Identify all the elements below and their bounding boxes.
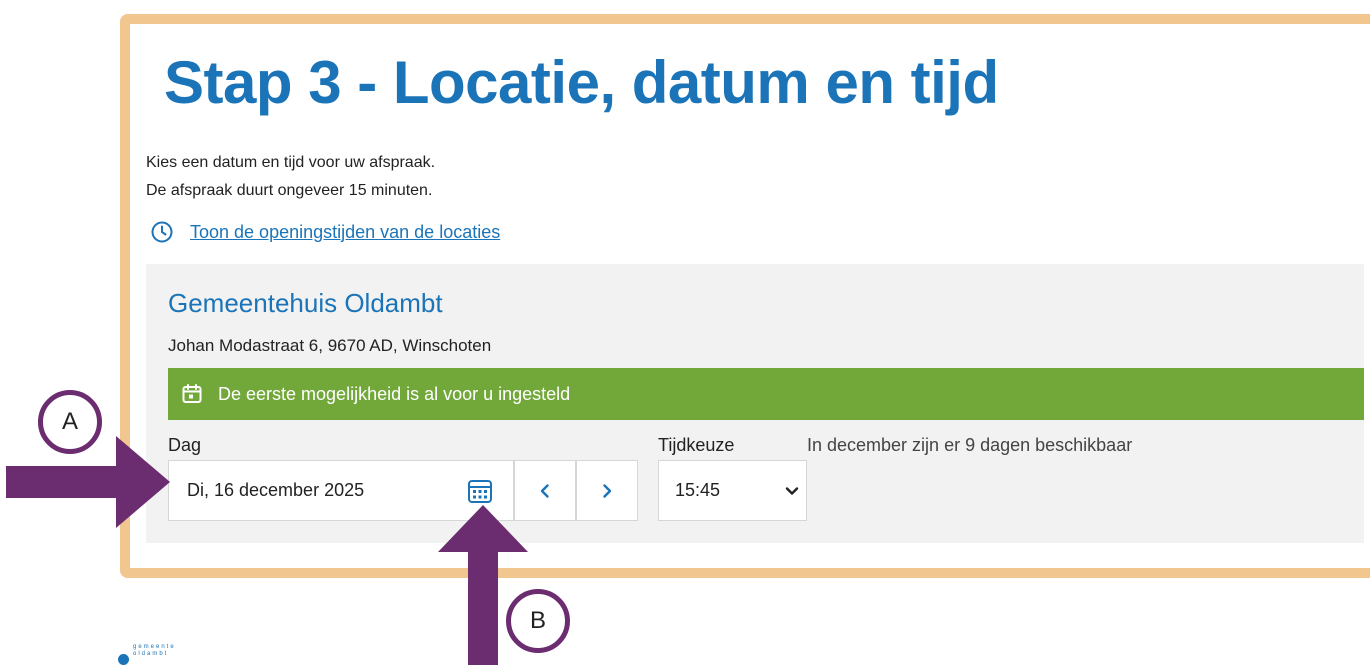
gemeente-oldambt-logo: gemeente oldambt <box>118 644 176 665</box>
availability-text: In december zijn er 9 dagen beschikbaar <box>807 435 1133 455</box>
day-label: Dag <box>168 435 202 455</box>
intro-line-1: Kies een datum en tijd voor uw afspraak. <box>146 154 436 171</box>
calendar-icon <box>182 384 202 403</box>
callout-b: B <box>506 589 570 653</box>
opening-hours-link-label[interactable]: Toon de openingstijden van de locaties <box>190 222 500 243</box>
banner-text: De eerste mogelijkheid is al voor u inge… <box>218 383 571 404</box>
location-name: Gemeentehuis Oldambt <box>168 288 443 318</box>
chevron-down-icon <box>785 486 799 495</box>
calendar-grid-icon <box>468 479 492 503</box>
highlight-frame: Stap 3 - Locatie, datum en tijd Kies een… <box>120 14 1370 578</box>
chevron-right-icon <box>603 483 612 498</box>
clock-icon <box>151 221 173 243</box>
first-availability-banner: De eerste mogelijkheid is al voor u inge… <box>168 368 1364 420</box>
logo-text: gemeente oldambt <box>133 644 176 658</box>
time-select[interactable]: 15:45 <box>658 460 807 521</box>
opening-hours-link[interactable]: Toon de openingstijden van de locaties <box>150 220 500 244</box>
date-picker-button[interactable] <box>465 476 495 506</box>
time-value[interactable]: 15:45 <box>675 480 720 501</box>
location-address: Johan Modastraat 6, 9670 AD, Winschoten <box>168 336 492 355</box>
date-value[interactable]: Di, 16 december 2025 <box>187 480 465 501</box>
time-label: Tijdkeuze <box>658 435 735 455</box>
chevron-left-icon <box>540 483 549 498</box>
logo-line-2: oldambt <box>133 651 169 657</box>
next-day-button[interactable] <box>576 460 638 521</box>
intro-text: Kies een datum en tijd voor uw afspraak.… <box>146 149 435 205</box>
intro-line-2: De afspraak duurt ongeveer 15 minuten. <box>146 182 433 199</box>
arrow-a <box>6 436 170 528</box>
callout-a: A <box>38 390 102 454</box>
page-title: Stap 3 - Locatie, datum en tijd <box>164 49 999 116</box>
location-panel: Gemeentehuis Oldambt Johan Modastraat 6,… <box>146 264 1364 543</box>
logo-line-1: gemeente <box>133 644 176 650</box>
